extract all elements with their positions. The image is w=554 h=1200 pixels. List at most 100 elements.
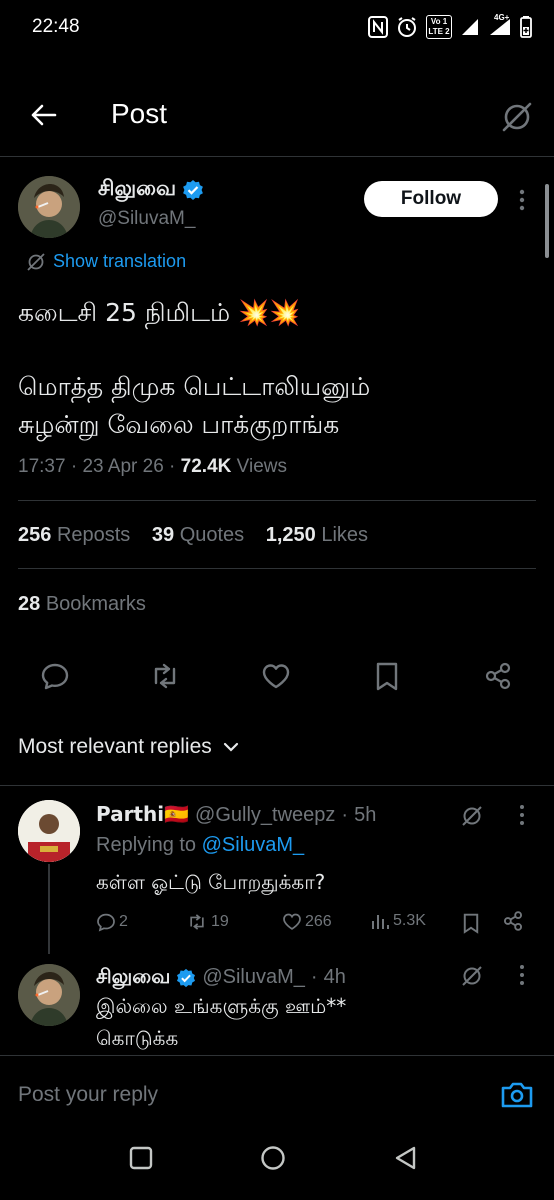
bookmarks-count[interactable]: 28 xyxy=(18,593,40,615)
tweet-time: 17:37 xyxy=(18,456,66,477)
bookmark-icon[interactable] xyxy=(462,912,480,934)
share-button[interactable] xyxy=(478,656,518,696)
reply-item[interactable]: சிலுவை @SiluvaM_ · 4h இல்லை உங்களுக்கு ஊ… xyxy=(0,950,554,1055)
repost-button[interactable] xyxy=(145,656,185,696)
likes-count[interactable]: 1,250 xyxy=(266,524,316,546)
reply-item[interactable]: Parthi🇪🇸 @Gully_tweepz · 5h Replying to … xyxy=(0,786,554,946)
views-count[interactable]: 72.4K xyxy=(181,456,232,477)
heart-icon xyxy=(262,664,290,689)
reply-avatar[interactable] xyxy=(18,800,80,862)
tweet-text-line-1: கடைசி 25 நிமிடம் 💥💥 xyxy=(18,298,301,327)
author-handle[interactable]: @SiluvaM_ xyxy=(98,208,195,230)
scrollbar[interactable] xyxy=(545,184,549,258)
reply-time: 4h xyxy=(323,966,346,988)
reply-author-handle[interactable]: @Gully_tweepz xyxy=(195,804,335,827)
translate-icon[interactable] xyxy=(500,100,534,134)
reply-time: 5h xyxy=(354,804,377,826)
separator-dot: · xyxy=(310,966,318,988)
views-icon xyxy=(372,915,389,929)
reply-replies-count: 2 xyxy=(119,913,128,930)
meta-divider xyxy=(18,500,536,501)
alarm-icon xyxy=(398,17,416,37)
battery-icon xyxy=(520,16,532,38)
translate-small-icon[interactable] xyxy=(460,964,484,988)
nfc-icon xyxy=(368,16,388,38)
follow-button[interactable]: Follow xyxy=(364,181,498,217)
volte-text-1: Vo 1 xyxy=(430,17,448,26)
verified-badge-icon xyxy=(183,179,203,200)
back-nav-icon[interactable] xyxy=(393,1145,419,1171)
volte-icon: Vo 1 LTE 2 xyxy=(426,15,452,39)
replying-to-prefix: Replying to xyxy=(96,834,197,856)
reply-icon xyxy=(41,663,69,690)
reply-repost-button[interactable]: 19 xyxy=(186,912,229,932)
back-arrow-icon[interactable] xyxy=(28,100,58,130)
verified-badge-icon xyxy=(177,968,196,987)
tweet-date: 23 Apr 26 xyxy=(82,456,164,477)
recents-icon[interactable] xyxy=(128,1145,154,1171)
bookmark-stats: 28 Bookmarks xyxy=(18,593,162,616)
system-nav-bar xyxy=(0,1135,554,1200)
share-icon xyxy=(485,662,511,690)
reply-more-icon[interactable] xyxy=(514,962,530,988)
compose-divider xyxy=(0,1055,554,1056)
translate-small-icon xyxy=(27,252,45,271)
bookmark-button[interactable] xyxy=(367,656,407,696)
top-app-bar xyxy=(0,80,554,154)
reply-more-icon[interactable] xyxy=(514,802,530,828)
replying-to-handle[interactable]: @SiluvaM_ xyxy=(202,834,305,856)
thread-line xyxy=(48,864,50,954)
status-icons: Vo 1 LTE 2 4G+ xyxy=(368,13,532,39)
engagement-stats: 256 Reposts 39 Quotes 1,250 Likes xyxy=(18,524,384,547)
separator-dot: · xyxy=(341,804,349,826)
reply-author-name[interactable]: Parthi🇪🇸 xyxy=(96,802,189,826)
likes-label[interactable]: Likes xyxy=(321,524,368,546)
reposts-label[interactable]: Reposts xyxy=(57,524,130,546)
camera-icon[interactable] xyxy=(500,1079,534,1109)
like-button[interactable] xyxy=(256,656,296,696)
quotes-label[interactable]: Quotes xyxy=(180,524,244,546)
signal-icon xyxy=(462,19,478,35)
reply-text-line-2: கொடுக்க xyxy=(96,1026,179,1050)
repost-icon xyxy=(154,663,176,689)
chevron-down-icon xyxy=(223,742,238,752)
reply-likes-count: 266 xyxy=(305,912,332,930)
home-icon[interactable] xyxy=(260,1145,286,1171)
author-name[interactable]: சிலுவை xyxy=(98,176,176,203)
heart-icon xyxy=(283,913,301,930)
reply-text: கள்ள ஓட்டு போறதுக்கா? xyxy=(96,870,326,894)
header-divider xyxy=(0,156,554,157)
reply-button[interactable] xyxy=(35,656,75,696)
reply-views-button[interactable]: 5.3K xyxy=(370,912,426,930)
reply-reply-button[interactable]: 2 xyxy=(96,912,128,932)
tweet-text-line-2: மொத்த திமுக பெட்டாலியனும் xyxy=(18,372,371,401)
bookmark-icon xyxy=(376,662,398,691)
repost-icon xyxy=(190,914,204,930)
reply-reposts-count: 19 xyxy=(211,913,229,930)
author-name-row[interactable]: சிலுவை xyxy=(98,176,204,203)
reply-compose-bar: Post your reply xyxy=(0,1055,554,1135)
tweet-text-line-3: சுழன்று வேலை பாக்குறாங்க xyxy=(18,410,340,439)
reply-header: சிலுவை @SiluvaM_ · 4h xyxy=(96,964,346,991)
author-avatar[interactable] xyxy=(18,176,80,238)
show-translation-link[interactable]: Show translation xyxy=(26,251,186,272)
bookmarks-label[interactable]: Bookmarks xyxy=(46,593,146,615)
stats-divider xyxy=(18,568,536,569)
reposts-count[interactable]: 256 xyxy=(18,524,51,546)
more-options-icon[interactable] xyxy=(512,186,532,214)
quotes-count[interactable]: 39 xyxy=(152,524,174,546)
views-label: Views xyxy=(236,456,287,477)
tweet-meta: 17:37 · 23 Apr 26 · 72.4K Views xyxy=(18,456,287,477)
page-title: Post xyxy=(111,98,168,129)
share-icon[interactable] xyxy=(502,910,524,932)
replies-sort-label[interactable]: Most relevant replies xyxy=(18,735,212,759)
reply-input[interactable]: Post your reply xyxy=(18,1083,158,1107)
reply-author-name[interactable]: சிலுவை xyxy=(96,964,170,991)
reply-avatar[interactable] xyxy=(18,964,80,1026)
translate-small-icon[interactable] xyxy=(460,804,484,828)
reply-like-button[interactable]: 266 xyxy=(282,912,332,931)
reply-header: Parthi🇪🇸 @Gully_tweepz · 5h xyxy=(96,802,376,827)
show-translation-label[interactable]: Show translation xyxy=(53,251,186,272)
replies-sort-dropdown[interactable]: Most relevant replies xyxy=(18,735,240,759)
reply-author-handle[interactable]: @SiluvaM_ xyxy=(202,966,305,989)
